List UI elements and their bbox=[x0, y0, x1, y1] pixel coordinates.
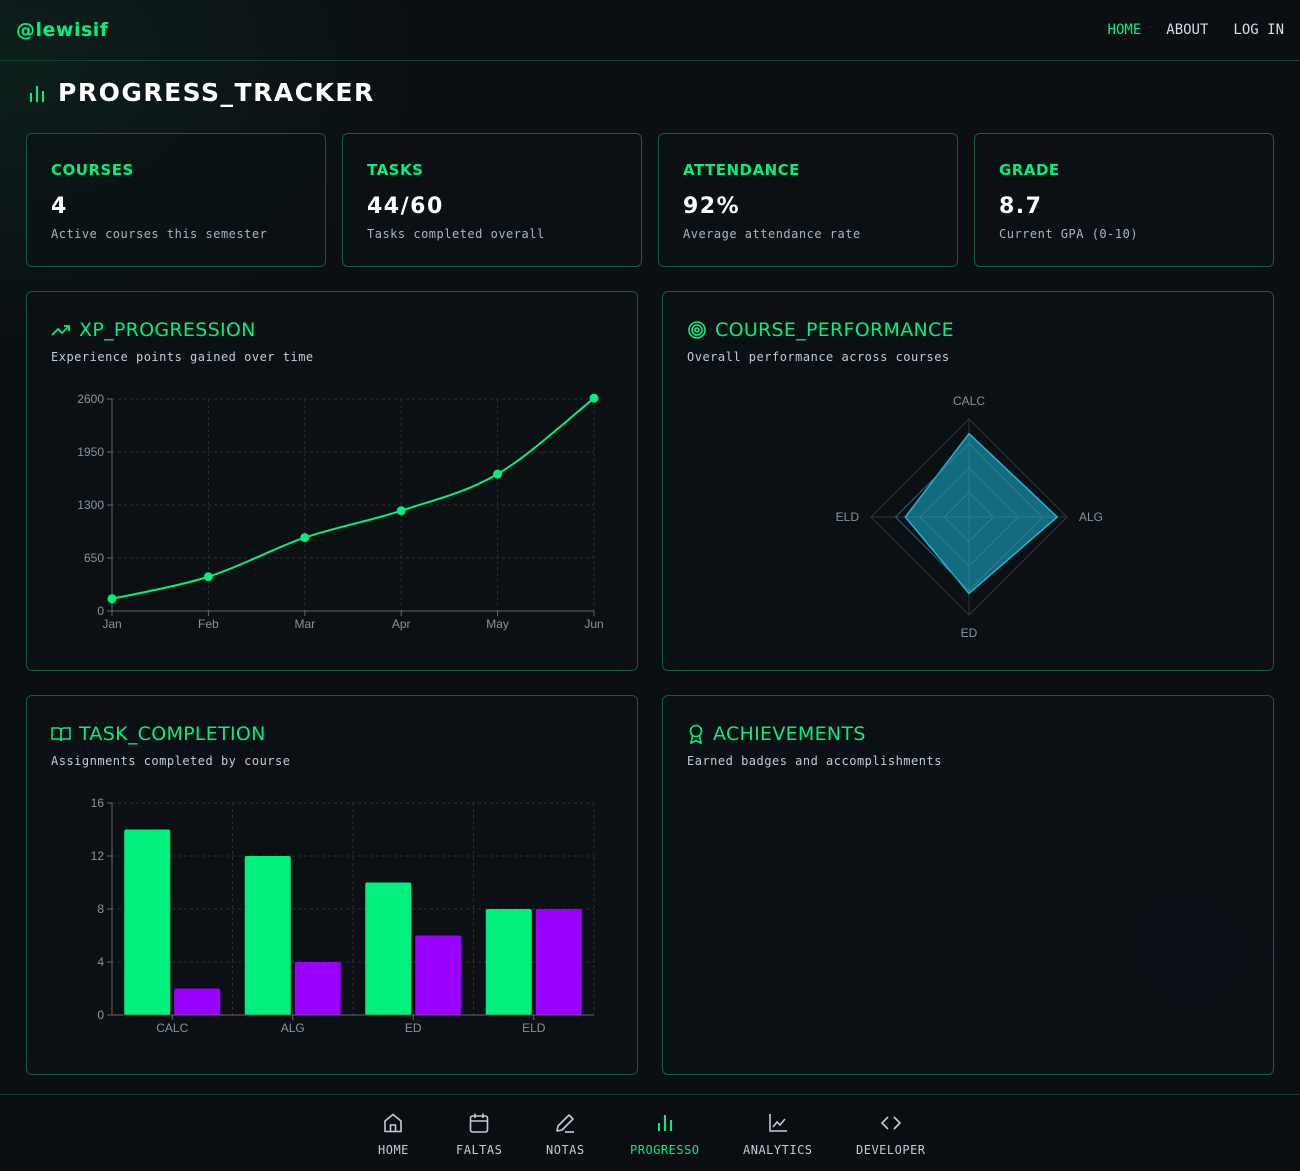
nav-login-link[interactable]: LOG IN bbox=[1233, 22, 1284, 38]
radar-axis-label: ELD bbox=[836, 510, 860, 524]
y-tick-label: 4 bbox=[97, 955, 104, 969]
y-tick-label: 1300 bbox=[77, 498, 104, 512]
data-point bbox=[396, 506, 406, 516]
y-tick-label: 1950 bbox=[77, 445, 104, 459]
panel-title: ACHIEVEMENTS bbox=[713, 723, 866, 745]
x-tick-label: Apr bbox=[392, 617, 411, 631]
radar-axis-label: ALG bbox=[1079, 510, 1103, 524]
radar-axis-label: ED bbox=[961, 626, 978, 640]
bar-chart-icon bbox=[657, 1115, 672, 1131]
bottom-nav-progresso[interactable]: PROGRESSO bbox=[630, 1112, 700, 1157]
bottom-nav-label: NOTAS bbox=[546, 1143, 585, 1157]
bottom-nav-label: PROGRESSO bbox=[630, 1143, 700, 1157]
radar-axis-label: CALC bbox=[953, 394, 985, 408]
bottom-navbar: HOME FALTAS NOTAS PROGRESSO ANALYTICS DE… bbox=[0, 1094, 1300, 1171]
radar-area bbox=[904, 432, 1059, 595]
panel-subtitle: Earned badges and accomplishments bbox=[687, 754, 942, 768]
bottom-nav-developer[interactable]: DEVELOPER bbox=[856, 1112, 926, 1157]
series-line bbox=[111, 397, 595, 600]
bottom-nav-faltas[interactable]: FALTAS bbox=[456, 1112, 502, 1157]
y-tick-label: 2600 bbox=[77, 392, 104, 406]
course-performance-panel: COURSE_PERFORMANCE Overall performance a… bbox=[662, 291, 1274, 671]
page-title: PROGRESS_TRACKER bbox=[58, 78, 375, 107]
data-point bbox=[203, 572, 213, 582]
bar-chart-icon bbox=[30, 85, 44, 102]
bar bbox=[244, 856, 291, 1015]
stat-value: 44/60 bbox=[367, 194, 444, 219]
data-point bbox=[589, 393, 599, 403]
nav-about-link[interactable]: ABOUT bbox=[1166, 22, 1208, 38]
x-tick-label: CALC bbox=[156, 1021, 188, 1035]
data-point bbox=[300, 533, 310, 543]
top-nav-links: HOME ABOUT LOG IN bbox=[1108, 22, 1284, 38]
bar bbox=[415, 935, 462, 1015]
x-tick-label: Feb bbox=[198, 617, 219, 631]
stat-card-grade: GRADE 8.7 Current GPA (0-10) bbox=[974, 133, 1274, 267]
stat-card-attendance: ATTENDANCE 92% Average attendance rate bbox=[658, 133, 958, 267]
bottom-nav-notas[interactable]: NOTAS bbox=[546, 1112, 585, 1157]
stat-label: GRADE bbox=[999, 161, 1060, 179]
xp-progression-panel: XP_PROGRESSION Experience points gained … bbox=[26, 291, 638, 671]
y-tick-label: 650 bbox=[84, 551, 104, 565]
stat-description: Current GPA (0-10) bbox=[999, 227, 1139, 241]
data-point bbox=[107, 594, 117, 604]
award-icon bbox=[689, 724, 703, 744]
bottom-nav-label: DEVELOPER bbox=[856, 1143, 926, 1157]
bottom-nav-label: ANALYTICS bbox=[743, 1143, 813, 1157]
bar bbox=[365, 882, 412, 1015]
x-tick-label: Mar bbox=[294, 617, 315, 631]
x-tick-label: Jan bbox=[102, 617, 121, 631]
stat-card-tasks: TASKS 44/60 Tasks completed overall bbox=[342, 133, 642, 267]
bottom-nav-label: FALTAS bbox=[456, 1143, 503, 1157]
xp-line-chart[interactable]: 0 650 1300 1950 2600 Jan Feb Mar Apr May Jun bbox=[27, 292, 639, 672]
stat-label: COURSES bbox=[51, 161, 134, 179]
y-tick-label: 0 bbox=[97, 1008, 104, 1022]
nav-home-link[interactable]: HOME bbox=[1108, 22, 1142, 38]
x-tick-label: ELD bbox=[522, 1021, 546, 1035]
bar bbox=[294, 962, 341, 1015]
y-tick-label: 16 bbox=[91, 796, 105, 810]
bottom-nav-home[interactable]: HOME bbox=[378, 1112, 409, 1157]
pen-icon bbox=[556, 1114, 575, 1133]
stat-value: 4 bbox=[51, 194, 68, 219]
task-bar-chart[interactable]: 0 4 8 12 16 CALC ALG ED ELD bbox=[27, 696, 639, 1076]
achievements-panel: ACHIEVEMENTS Earned badges and accomplis… bbox=[662, 695, 1274, 1075]
bar bbox=[485, 909, 532, 1015]
stat-description: Active courses this semester bbox=[51, 227, 268, 241]
top-navbar: @lewisif HOME ABOUT LOG IN bbox=[0, 0, 1300, 61]
bottom-nav-analytics[interactable]: ANALYTICS bbox=[743, 1112, 813, 1157]
bar bbox=[174, 988, 221, 1015]
y-tick-label: 0 bbox=[97, 604, 104, 618]
stat-card-courses: COURSES 4 Active courses this semester bbox=[26, 133, 326, 267]
y-tick-label: 8 bbox=[97, 902, 104, 916]
x-tick-label: ED bbox=[405, 1021, 422, 1035]
calendar-icon bbox=[469, 1113, 489, 1133]
x-tick-label: May bbox=[486, 617, 509, 631]
code-icon bbox=[880, 1116, 901, 1130]
bottom-nav-label: HOME bbox=[378, 1143, 409, 1157]
stat-label: ATTENDANCE bbox=[683, 161, 800, 179]
stat-value: 92% bbox=[683, 194, 741, 219]
panel-header: ACHIEVEMENTS bbox=[687, 723, 866, 745]
y-tick-label: 12 bbox=[91, 849, 105, 863]
stat-description: Tasks completed overall bbox=[367, 227, 545, 241]
bar bbox=[535, 909, 582, 1015]
page-header: PROGRESS_TRACKER bbox=[28, 78, 375, 107]
home-icon bbox=[384, 1113, 403, 1133]
stat-label: TASKS bbox=[367, 161, 424, 179]
app-logo[interactable]: @lewisif bbox=[16, 19, 109, 41]
x-tick-label: ALG bbox=[281, 1021, 305, 1035]
stat-description: Average attendance rate bbox=[683, 227, 861, 241]
bar bbox=[124, 829, 171, 1015]
x-tick-label: Jun bbox=[584, 617, 603, 631]
performance-radar-chart[interactable]: CALC ALG ED ELD bbox=[663, 292, 1275, 672]
line-chart-icon bbox=[768, 1114, 787, 1132]
task-completion-panel: TASK_COMPLETION Assignments completed by… bbox=[26, 695, 638, 1075]
data-point bbox=[493, 469, 503, 479]
stat-value: 8.7 bbox=[999, 194, 1043, 219]
